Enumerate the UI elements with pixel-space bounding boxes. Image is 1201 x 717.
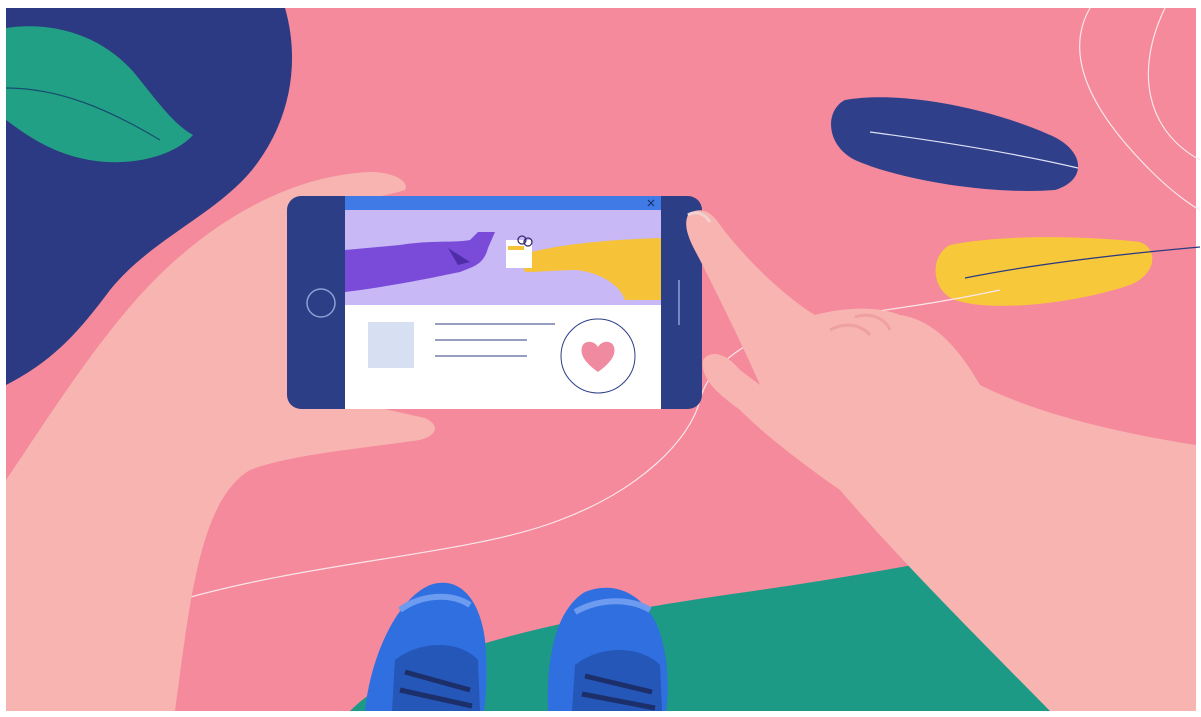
illustration-svg: [0, 0, 1201, 717]
thumbnail-placeholder: [368, 322, 414, 368]
phone: [287, 196, 702, 409]
like-button[interactable]: [560, 318, 636, 394]
phone-screen: [345, 196, 661, 409]
illustration-scene: [0, 0, 1201, 717]
